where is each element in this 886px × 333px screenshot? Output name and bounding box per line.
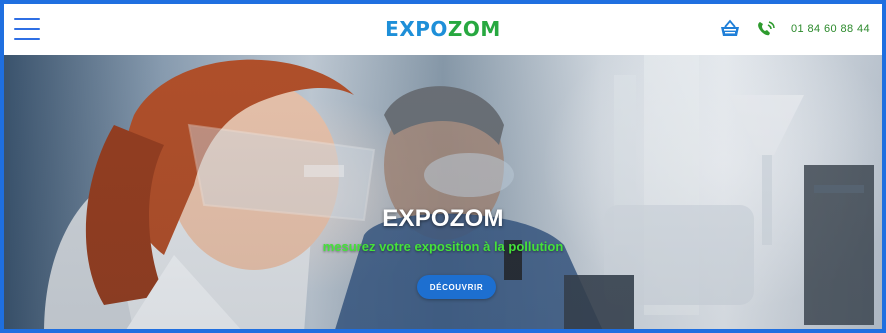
phone-icon[interactable]: [755, 19, 777, 39]
basket-icon[interactable]: [719, 19, 741, 39]
page-frame: EXPOZOM 01 84 60 88 44 EXPOZOM mesurez v…: [0, 0, 886, 333]
hero-title: EXPOZOM: [382, 205, 504, 232]
header-tools: 01 84 60 88 44: [719, 19, 870, 39]
top-navigation-bar: EXPOZOM 01 84 60 88 44: [4, 4, 882, 55]
logo-text-expo: EXPO: [385, 17, 448, 41]
phone-number[interactable]: 01 84 60 88 44: [791, 23, 870, 35]
discover-button[interactable]: DÉCOUVRIR: [417, 275, 496, 299]
hero-banner: EXPOZOM mesurez votre exposition à la po…: [4, 55, 882, 329]
hero-subtitle: mesurez votre exposition à la pollution: [322, 239, 564, 254]
logo-text-zom: ZOM: [447, 17, 501, 41]
